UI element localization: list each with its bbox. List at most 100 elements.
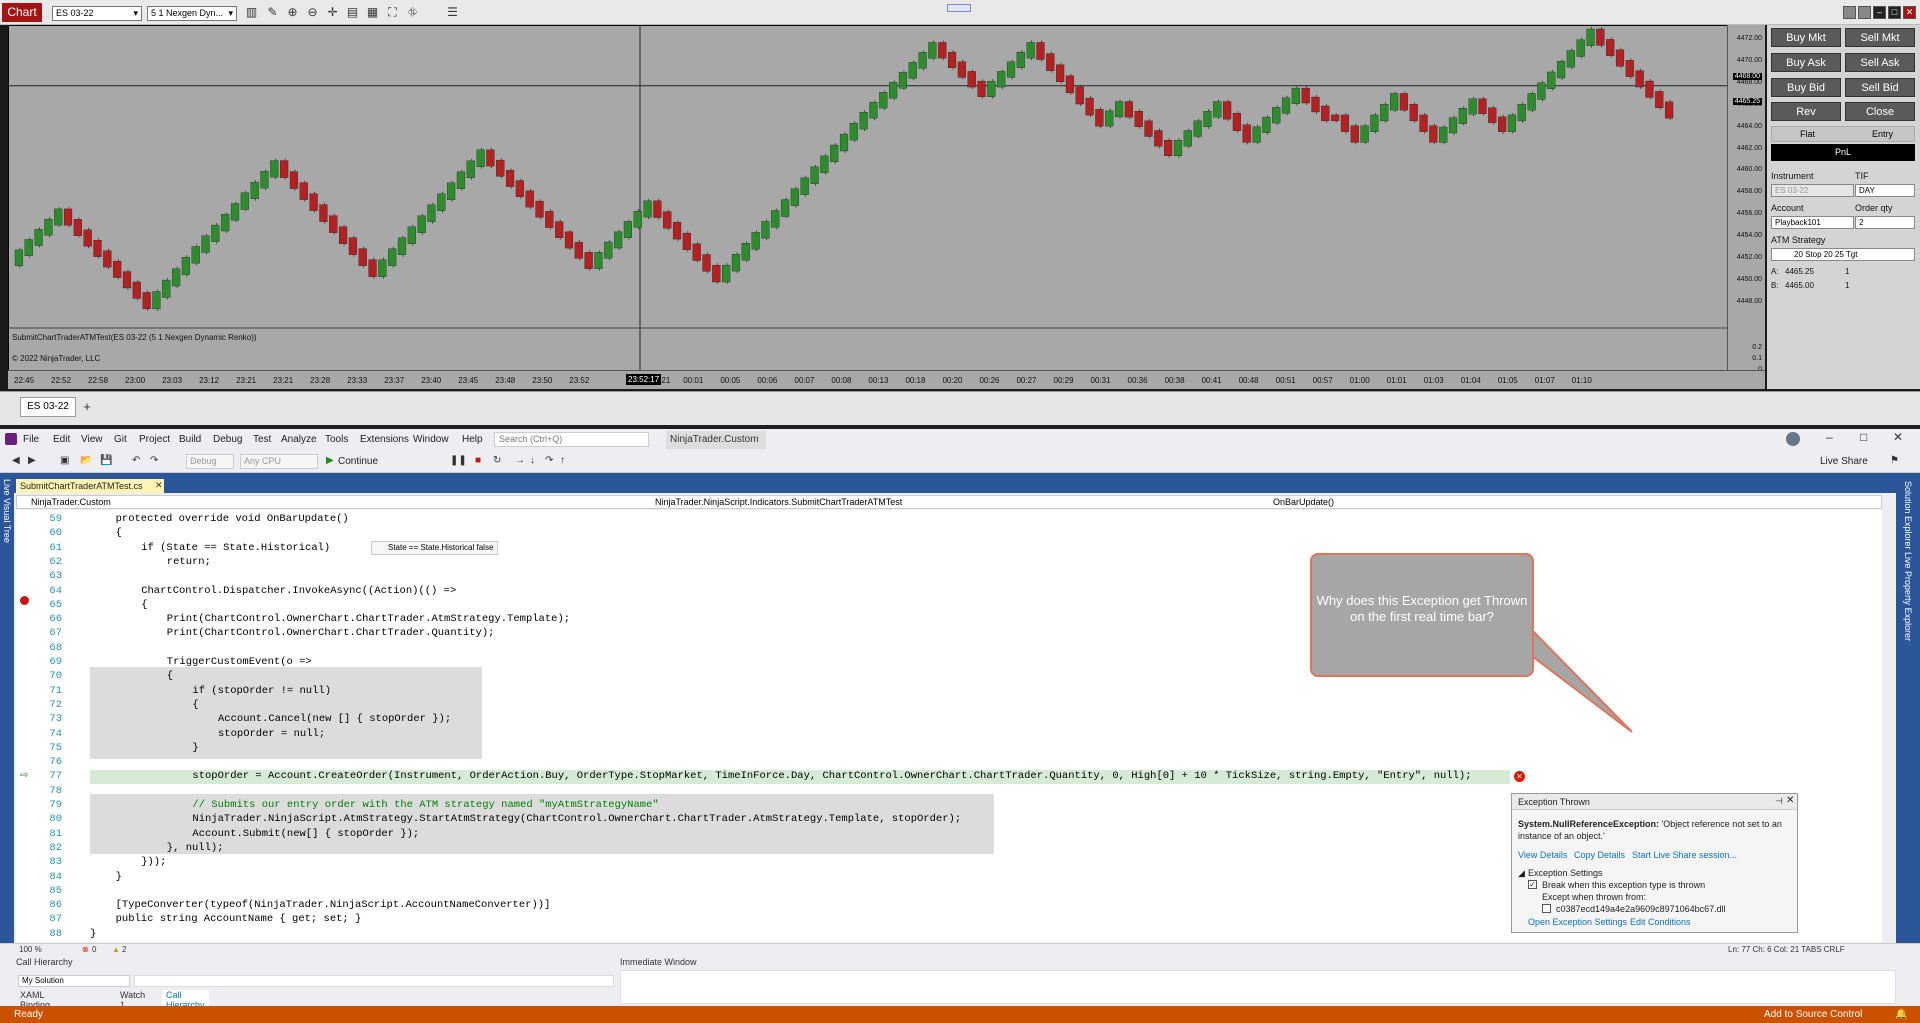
close-position-button[interactable]: Close [1845, 102, 1915, 121]
list-icon[interactable]: ☰ [445, 5, 460, 20]
source-control-button[interactable]: Add to Source Control [1764, 1006, 1862, 1023]
code-line-64[interactable]: ChartControl.Dispatcher.InvokeAsync((Act… [141, 585, 456, 597]
close-icon[interactable]: ✕ [1786, 795, 1794, 806]
code-line-67[interactable]: Print(ChartControl.OwnerChart.ChartTrade… [167, 627, 495, 639]
live-share-link[interactable]: Start Live Share session... [1632, 850, 1737, 860]
solution-explorer-tab[interactable]: Solution Explorer Live Property Explorer [1903, 481, 1913, 641]
save-icon[interactable]: 💾 [100, 455, 112, 466]
instrument-selector[interactable]: ES 03-22 [52, 6, 142, 21]
code-line-75[interactable]: } [192, 742, 198, 754]
menu-window[interactable]: Window [413, 434, 449, 445]
platform-select[interactable]: Any CPU [240, 454, 318, 469]
warning-count-icon[interactable]: ▲ [112, 945, 120, 954]
atm-strategy-select[interactable]: 20 Stop 20 25 Tgt [1771, 248, 1915, 261]
code-line-72[interactable]: { [192, 699, 198, 711]
code-line-80[interactable]: NinjaTrader.NinjaScript.AtmStrategy.Star… [192, 813, 961, 825]
maximize-icon[interactable]: □ [1888, 6, 1901, 19]
templates-icon[interactable]: ▦ [365, 5, 380, 20]
menu-build[interactable]: Build [179, 434, 201, 445]
new-item-icon[interactable]: ▣ [60, 455, 69, 466]
chart-window-label[interactable]: Chart [2, 3, 42, 22]
continue-button[interactable]: Continue [338, 456, 378, 467]
crosshair-icon[interactable]: ✛ [325, 5, 340, 20]
minimize-icon[interactable]: – [1826, 430, 1833, 444]
time-axis[interactable]: 22:45 22:52 22:58 23:00 23:03 23:12 23:21 23:21… [8, 370, 1765, 389]
code-line-69[interactable]: TriggerCustomEvent(o => [167, 656, 312, 668]
code-line-74[interactable]: stopOrder = null; [218, 728, 325, 740]
order-qty-input[interactable]: 2 [1855, 216, 1915, 229]
live-visual-tree-tab[interactable]: Live Visual Tree [2, 479, 12, 543]
code-line-59[interactable]: protected override void OnBarUpdate() [116, 513, 349, 525]
instrument-select[interactable]: ES 03-22 [1771, 184, 1854, 197]
close-icon[interactable]: ✕ [1903, 6, 1916, 19]
bar-type-selector[interactable]: 5 1 Nexgen Dyn... [147, 6, 237, 21]
minimize-icon[interactable]: – [1873, 6, 1886, 19]
error-icon[interactable]: ✕ [1514, 771, 1525, 782]
datatip[interactable]: State == State.Historical false [371, 541, 499, 555]
code-line-87[interactable]: public string AccountName { get; set; } [116, 913, 362, 925]
undo-icon[interactable]: ↶ [132, 455, 140, 466]
strategies-icon[interactable]: ⛗ [405, 5, 420, 20]
step-out-icon[interactable]: ↑ [560, 455, 565, 466]
copy-details-link[interactable]: Copy Details [1574, 850, 1625, 860]
maximize-icon[interactable]: □ [1860, 430, 1867, 444]
account-select[interactable]: Playback101 [1771, 216, 1854, 229]
zoom-level[interactable]: 100 % [19, 945, 42, 954]
error-count-icon[interactable]: ⊗ [82, 945, 89, 954]
code-line-71[interactable]: if (stopOrder != null) [192, 685, 331, 697]
code-line-61[interactable]: if (State == State.Historical) [141, 542, 330, 554]
sell-ask-button[interactable]: Sell Ask [1845, 53, 1915, 72]
sell-mkt-button[interactable]: Sell Mkt [1845, 28, 1915, 47]
pnl-display[interactable]: PnL [1771, 144, 1915, 161]
code-line-86[interactable]: [TypeConverter(typeof(NinjaTrader.NinjaS… [116, 899, 551, 911]
code-line-65[interactable]: { [141, 599, 147, 611]
close-icon[interactable]: ✕ [1893, 430, 1903, 444]
menu-tools[interactable]: Tools [325, 434, 348, 445]
play-icon[interactable]: ▶ [326, 455, 334, 466]
menu-debug[interactable]: Debug [213, 434, 242, 445]
edit-conditions-link[interactable]: Edit Conditions [1630, 917, 1691, 927]
tif-select[interactable]: DAY [1855, 184, 1915, 197]
code-line-70[interactable]: { [167, 670, 173, 682]
member-nav-dropdown[interactable]: OnBarUpdate() [1273, 496, 1334, 508]
zoom-in-icon[interactable]: ⊕ [285, 5, 300, 20]
dll-checkbox[interactable] [1542, 904, 1551, 913]
search-input[interactable]: Search (Ctrl+Q) [494, 432, 649, 447]
buy-ask-button[interactable]: Buy Ask [1771, 53, 1841, 72]
pencil-icon[interactable]: ✎ [265, 5, 280, 20]
buy-bid-button[interactable]: Buy Bid [1771, 78, 1841, 97]
open-exception-settings-link[interactable]: Open Exception Settings [1528, 917, 1627, 927]
collapse-icon[interactable]: ◢ [1518, 868, 1525, 879]
break-checkbox[interactable]: ✓ [1528, 880, 1537, 889]
solution-scope-select[interactable]: My Solution [18, 975, 130, 987]
configuration-select[interactable]: Debug [186, 454, 234, 469]
zoom-out-icon[interactable]: ⊖ [305, 5, 320, 20]
properties-icon[interactable]: ▤ [345, 5, 360, 20]
add-tab-icon[interactable]: + [80, 400, 94, 414]
close-tab-icon[interactable]: ✕ [155, 480, 163, 491]
redo-icon[interactable]: ↷ [150, 455, 158, 466]
bars-icon[interactable]: ▥ [244, 5, 259, 20]
menu-analyze[interactable]: Analyze [281, 434, 317, 445]
restore-icon[interactable] [1843, 6, 1856, 19]
chart-plot-area[interactable]: SubmitChartTraderATMTest(ES 03-22 (5 1 N… [8, 25, 1765, 389]
pin-icon[interactable]: ⊣ [1775, 796, 1783, 807]
exception-helper[interactable]: Exception Thrown ⊣ ✕ System.NullReferenc… [1511, 793, 1798, 933]
menu-test[interactable]: Test [253, 434, 271, 445]
code-line-81[interactable]: Account.Submit(new[] { stopOrder }); [192, 828, 419, 840]
show-next-statement-icon[interactable]: → [515, 455, 525, 466]
project-nav-dropdown[interactable]: NinjaTrader.Custom [31, 496, 111, 508]
menu-project[interactable]: Project [139, 434, 170, 445]
tab-submitchart-file[interactable]: SubmitChartTraderATMTest.cs [16, 479, 164, 493]
restart-icon[interactable]: ↻ [493, 455, 501, 466]
code-line-66[interactable]: Print(ChartControl.OwnerChart.ChartTrade… [167, 613, 570, 625]
notifications-icon[interactable]: 🔔 [1895, 1006, 1907, 1023]
menu-file[interactable]: File [23, 434, 39, 445]
live-share-button[interactable]: Live Share [1820, 456, 1868, 467]
stop-icon[interactable]: ■ [475, 455, 481, 466]
code-line-83[interactable]: })); [141, 856, 166, 868]
step-into-icon[interactable]: ↓ [530, 455, 535, 466]
code-line-84[interactable]: } [116, 871, 122, 883]
reverse-button[interactable]: Rev [1771, 102, 1841, 121]
menu-git[interactable]: Git [114, 434, 127, 445]
